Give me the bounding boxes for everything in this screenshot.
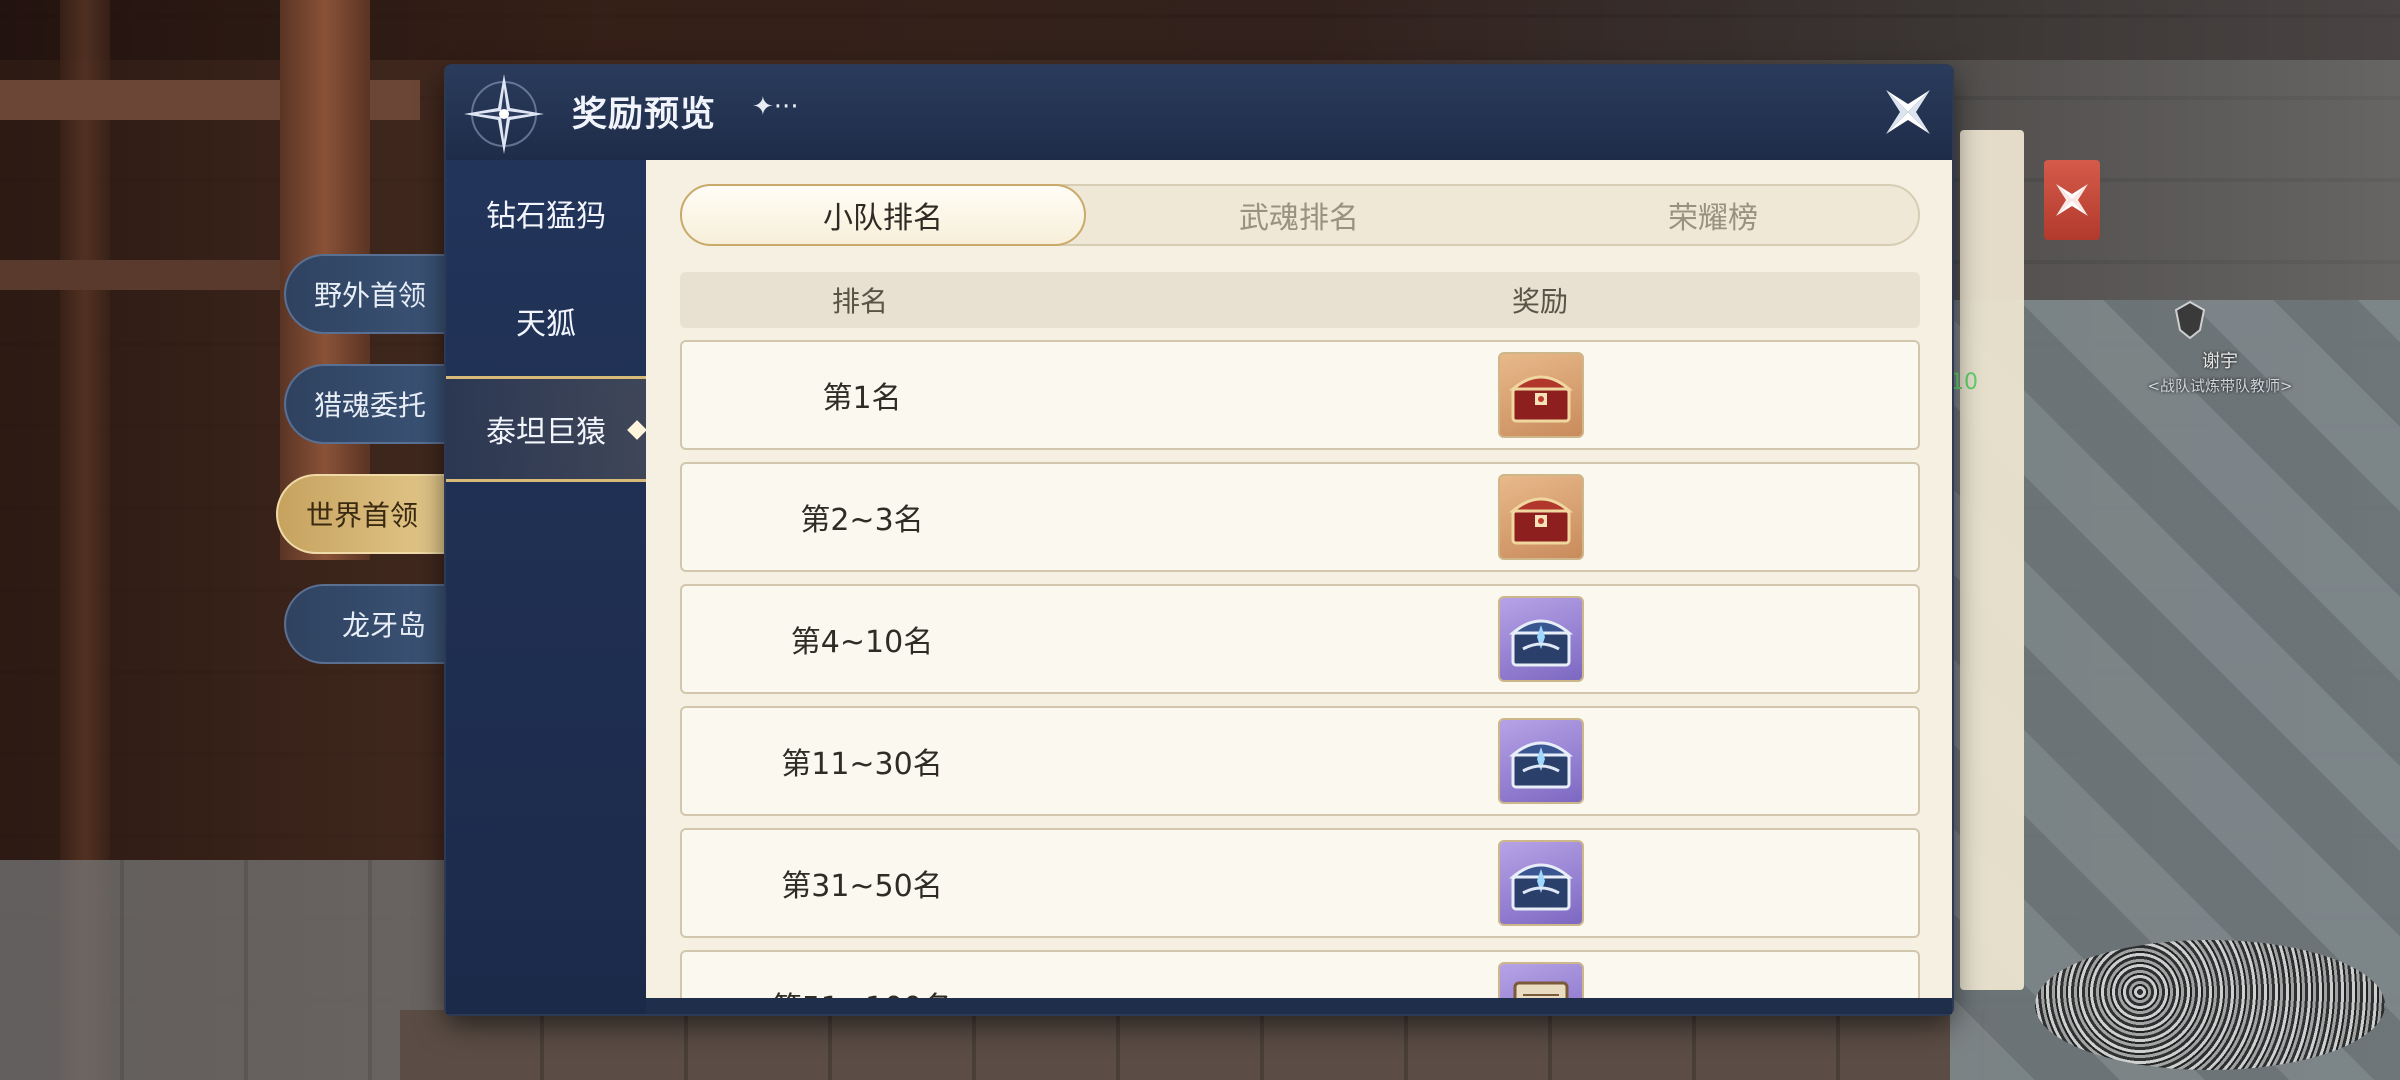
reward-preview-dialog: 奖励预览 ✦··· 钻石猛犸 天狐 泰坦巨猿 小队排名 武魂排名 荣耀榜 排名 … bbox=[446, 66, 1952, 1014]
npc-label: 谢宇 <战队试炼带队教师> bbox=[2120, 350, 2320, 398]
purple-chest-icon[interactable] bbox=[1498, 718, 1584, 804]
dialog-header: 奖励预览 ✦··· bbox=[446, 66, 1952, 162]
boss-sidebar: 钻石猛犸 天狐 泰坦巨猿 bbox=[446, 160, 647, 1014]
purple-chest-icon[interactable] bbox=[1498, 840, 1584, 926]
table-row: 第31~50名 bbox=[680, 828, 1920, 938]
sidebar-item-label: 天狐 bbox=[516, 307, 576, 342]
background-panel-text: 10 bbox=[1950, 370, 1978, 395]
dialog-title: 奖励预览 bbox=[572, 95, 717, 135]
tab-label: 武魂排名 bbox=[1239, 201, 1359, 236]
category-tab-world-boss[interactable]: 世界首领 bbox=[276, 474, 446, 554]
close-icon bbox=[2056, 184, 2088, 216]
category-tab-field-boss[interactable]: 野外首领 bbox=[284, 254, 454, 334]
table-row: 第2~3名 bbox=[680, 462, 1920, 572]
rank-cell: 第11~30名 bbox=[781, 747, 943, 782]
sidebar-item-label: 钻石猛犸 bbox=[486, 199, 606, 234]
sidebar-item-diamond-mammoth[interactable]: 钻石猛犸 bbox=[446, 160, 646, 266]
ranking-tabbar: 小队排名 武魂排名 荣耀榜 bbox=[680, 184, 1920, 246]
compass-star-icon bbox=[464, 74, 544, 154]
npc-name: 谢宇 bbox=[2202, 351, 2238, 372]
title-decoration: ✦··· bbox=[752, 92, 799, 122]
selected-indicator-icon bbox=[627, 420, 647, 440]
category-tab-label: 龙牙岛 bbox=[342, 609, 427, 642]
minimap[interactable] bbox=[2035, 940, 2385, 1070]
tab-label: 小队排名 bbox=[823, 201, 943, 236]
tab-team-ranking[interactable]: 小队排名 bbox=[680, 184, 1086, 246]
tab-honor-board[interactable]: 荣耀榜 bbox=[1510, 184, 1916, 246]
category-tab-label: 猎魂委托 bbox=[314, 389, 427, 422]
rank-cell: 第31~50名 bbox=[781, 869, 943, 904]
purple-chest-icon[interactable] bbox=[1498, 596, 1584, 682]
gold-chest-icon[interactable] bbox=[1498, 474, 1584, 560]
table-row: 第11~30名 bbox=[680, 706, 1920, 816]
column-header-reward: 奖励 bbox=[1511, 285, 1568, 318]
rank-cell: 第4~10名 bbox=[790, 625, 934, 660]
close-icon[interactable] bbox=[1882, 86, 1934, 138]
sidebar-item-label: 泰坦巨猿 bbox=[486, 415, 606, 450]
table-header: 排名 奖励 bbox=[680, 272, 1920, 328]
npc-title: <战队试炼带队教师> bbox=[2147, 377, 2293, 395]
stone-floor bbox=[400, 1010, 2000, 1080]
gold-chest-icon[interactable] bbox=[1498, 352, 1584, 438]
sidebar-item-sky-fox[interactable]: 天狐 bbox=[446, 268, 646, 374]
background-close-button[interactable] bbox=[2044, 160, 2100, 240]
rank-cell: 第2~3名 bbox=[800, 503, 924, 538]
table-row: 第4~10名 bbox=[680, 584, 1920, 694]
background-panel bbox=[1960, 130, 2024, 990]
tab-label: 荣耀榜 bbox=[1668, 201, 1758, 236]
reward-content: 小队排名 武魂排名 荣耀榜 排名 奖励 第1名 第2~3名 第4~10名 第11… bbox=[646, 160, 1952, 1014]
rank-cell: 第1名 bbox=[822, 381, 902, 416]
column-header-rank: 排名 bbox=[831, 285, 888, 318]
table-row: 第1名 bbox=[680, 340, 1920, 450]
category-tab-label: 世界首领 bbox=[306, 499, 419, 532]
category-tab-dragon-fang-island[interactable]: 龙牙岛 bbox=[284, 584, 454, 664]
category-tab-soul-hunt[interactable]: 猎魂委托 bbox=[284, 364, 454, 444]
guild-crest-icon bbox=[2174, 300, 2206, 340]
tab-martial-soul-ranking[interactable]: 武魂排名 bbox=[1096, 184, 1502, 246]
wooden-shelf bbox=[0, 260, 300, 290]
sidebar-item-titan-ape[interactable]: 泰坦巨猿 bbox=[446, 376, 647, 482]
category-tab-label: 野外首领 bbox=[314, 279, 427, 312]
